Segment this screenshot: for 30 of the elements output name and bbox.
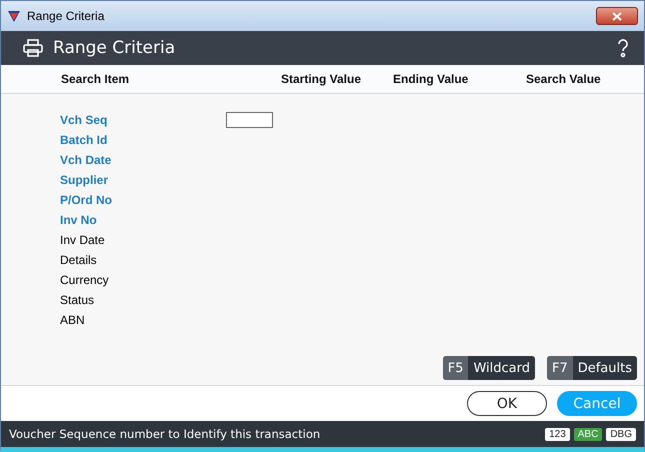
search-item-label: ABN: [60, 313, 86, 327]
search-item-label: Currency: [60, 273, 110, 287]
function-key-button[interactable]: F5 Wildcard: [442, 356, 535, 380]
mode-indicator: ABC: [574, 428, 602, 440]
logo-icon: [7, 9, 21, 23]
ok-button[interactable]: OK: [467, 391, 547, 416]
printer-icon: [23, 39, 43, 57]
column-header: Search Item: [61, 72, 130, 86]
dialog-heading: Range Criteria: [53, 38, 176, 58]
status-message: Voucher Sequence number to Identify this transaction: [9, 427, 320, 441]
search-item-label: Inv No: [60, 213, 98, 227]
search-item-label: Supplier: [60, 173, 110, 187]
column-header: Ending Value: [393, 72, 470, 86]
search-item-label: Details: [60, 253, 98, 267]
window-title: Range Criteria: [27, 9, 104, 23]
mode-indicator: 123: [545, 428, 570, 440]
column-header: Starting Value: [281, 72, 362, 86]
search-item-label: Batch Id: [60, 133, 108, 147]
search-item-label: P/Ord No: [60, 193, 114, 207]
close-icon: [612, 12, 622, 20]
function-key-button[interactable]: F7 Defaults: [546, 356, 637, 380]
mode-indicator: DBG: [606, 428, 636, 440]
search-item-label: Status: [60, 293, 96, 307]
column-header: Search Value: [526, 72, 602, 86]
search-item-label: Inv Date: [60, 233, 106, 247]
starting-value-field[interactable]: [226, 112, 273, 128]
search-item-label: Vch Seq: [60, 113, 108, 127]
help-icon[interactable]: [616, 38, 630, 58]
close-button[interactable]: [596, 7, 638, 25]
search-item-label: Vch Date: [60, 153, 112, 167]
